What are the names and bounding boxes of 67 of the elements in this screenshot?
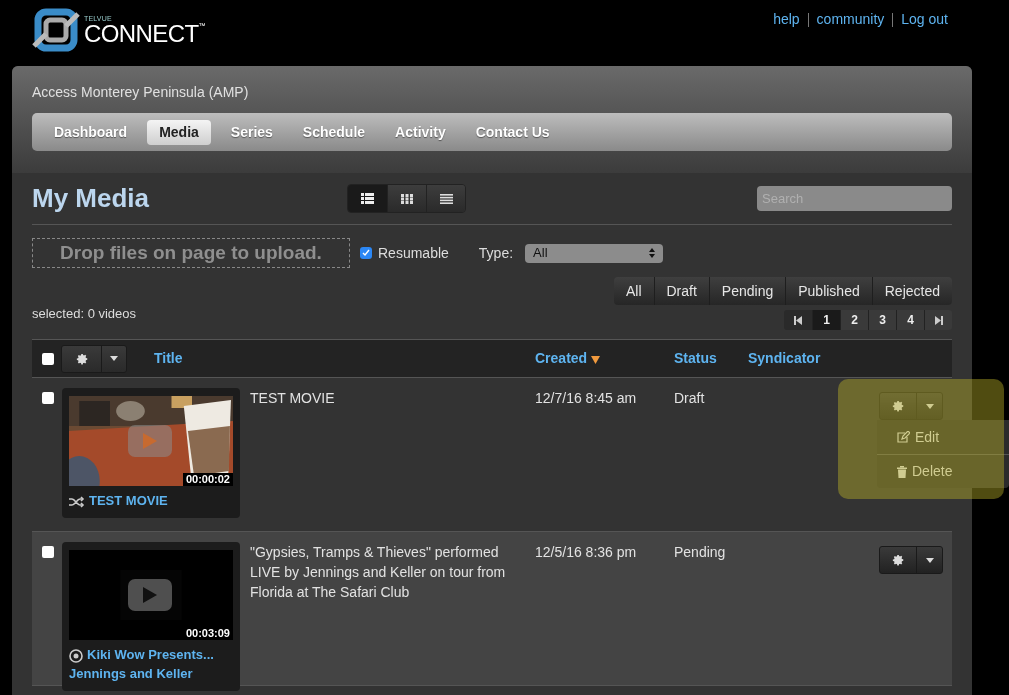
shuffle-icon (69, 495, 85, 508)
status-filter-button[interactable]: Pending (708, 277, 786, 305)
column-header[interactable]: Title (154, 348, 535, 369)
upload-dropzone[interactable]: Drop files on page to upload. (32, 238, 350, 268)
view-mode-button[interactable] (426, 185, 465, 212)
first-page-button[interactable] (784, 310, 812, 330)
caret-icon (925, 403, 934, 409)
media-title: "Gypsies, Tramps & Thieves" performed LIVE by Jennings and Keller on tour from Florida at The Safari Club (250, 543, 507, 602)
status-filter-button[interactable]: Rejected (871, 277, 952, 305)
first-page-icon (794, 315, 802, 325)
status-filter-button[interactable]: Published (785, 277, 872, 305)
gear-icon (892, 400, 904, 412)
page-button[interactable]: 3 (868, 310, 896, 330)
column-header[interactable]: Syndicator (748, 348, 821, 369)
header-link[interactable]: Log out (901, 9, 948, 30)
channel-link[interactable]: TEST MOVIE (69, 491, 233, 510)
bulk-actions-button[interactable] (61, 344, 127, 373)
page-button[interactable]: 2 (840, 310, 868, 330)
type-select[interactable]: All (525, 243, 664, 263)
created-date: 12/7/16 8:45 am (535, 389, 638, 408)
menu-item[interactable]: Delete (877, 454, 1009, 488)
select-all-checkbox[interactable] (42, 352, 54, 365)
channel-link[interactable]: Kiki Wow Presents... Jennings and Keller (69, 645, 233, 683)
page-button[interactable]: 1 (812, 310, 840, 330)
trash-icon (897, 465, 907, 478)
target-icon (69, 648, 83, 663)
created-date: 12/5/16 8:36 pm (535, 543, 638, 562)
last-page-icon (934, 315, 943, 325)
list-view-icon (361, 193, 374, 204)
row-checkbox[interactable] (42, 546, 54, 558)
type-label: Type: (478, 243, 514, 263)
edit-icon (897, 431, 910, 443)
status-text: Draft (674, 389, 706, 408)
caret-icon (925, 557, 934, 563)
grid-view-icon (401, 193, 413, 204)
page-heading: My Media (32, 182, 151, 215)
view-mode-button[interactable] (348, 185, 387, 212)
resumable-checkbox[interactable] (360, 247, 372, 259)
selection-count: selected: 0 videos (32, 305, 137, 324)
resumable-label: Resumable (378, 243, 449, 263)
gears-icon (75, 352, 88, 365)
menu-item[interactable]: Edit (877, 420, 1009, 454)
header-link[interactable]: community (816, 9, 885, 30)
column-header[interactable]: Status (674, 348, 748, 369)
organization-name: Access Monterey Peninsula (AMP) (32, 83, 250, 102)
logo-wordmark: CONNECT (84, 21, 199, 46)
play-icon (143, 433, 157, 449)
media-title: TEST MOVIE (250, 389, 336, 408)
status-text: Pending (674, 543, 727, 562)
row-actions-button[interactable] (879, 546, 943, 574)
column-header[interactable]: Created (535, 348, 674, 369)
status-filter-button[interactable]: Draft (653, 277, 709, 305)
sort-arrow-icon (591, 353, 601, 364)
header-link[interactable]: help (773, 9, 800, 30)
compact-list-icon (439, 193, 453, 204)
nav-tab[interactable]: Media (147, 119, 211, 145)
last-page-button[interactable] (924, 310, 952, 330)
row-checkbox[interactable] (42, 392, 54, 404)
status-filter-button[interactable]: All (613, 277, 654, 305)
caret-icon (110, 356, 118, 361)
video-duration: 00:00:02 (182, 473, 233, 486)
view-mode-button[interactable] (387, 185, 426, 212)
play-icon (143, 587, 157, 603)
logo-icon (32, 6, 80, 54)
gear-icon (892, 554, 904, 566)
page-button[interactable]: 4 (896, 310, 924, 330)
select-arrows-icon (649, 248, 656, 258)
